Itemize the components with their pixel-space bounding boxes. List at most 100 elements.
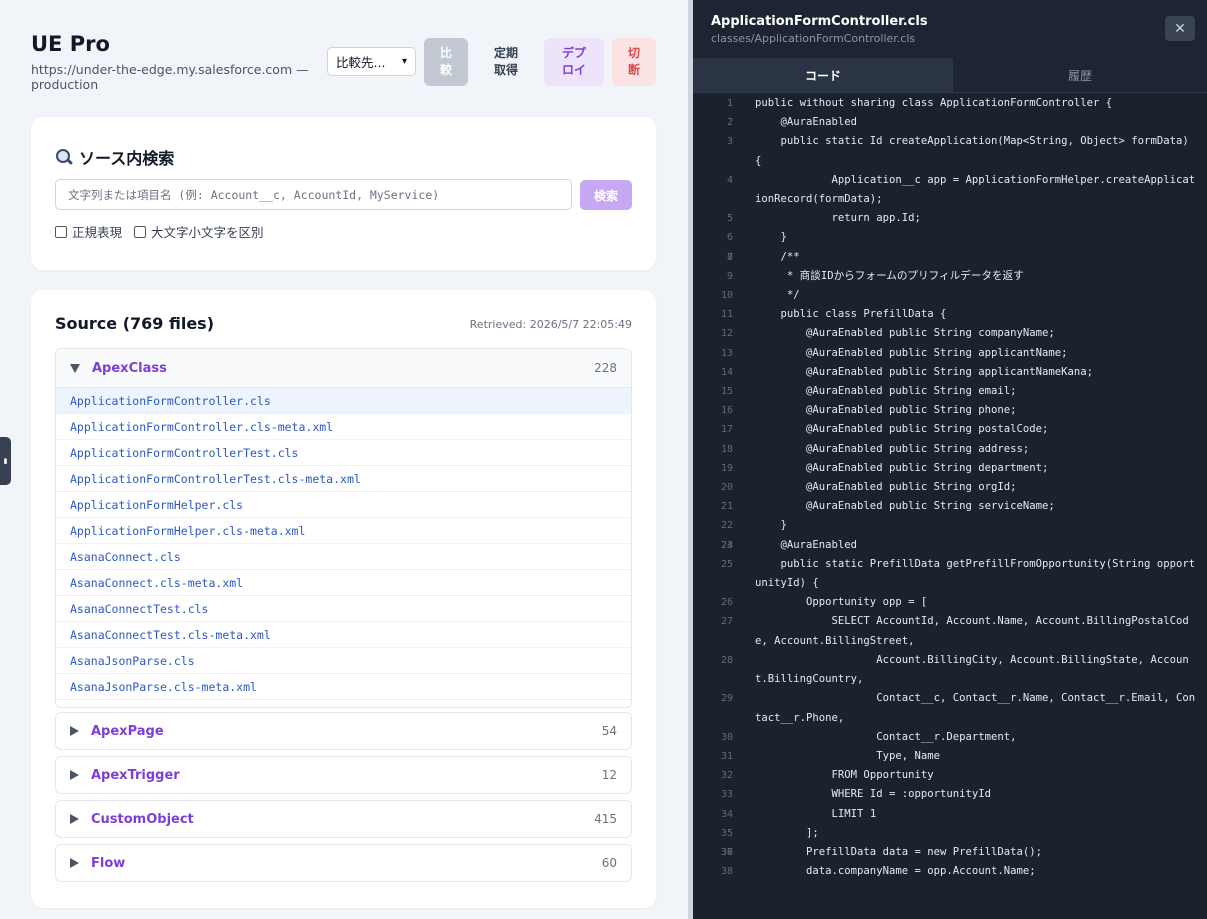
code-line: 38 data.companyName = opp.Account.Name; [693, 862, 1207, 881]
line-number: 28 [720, 654, 733, 666]
fetch-label-2: 取得 [493, 63, 518, 77]
group-apextrigger[interactable]: ApexTrigger 12 [55, 756, 632, 794]
code-text: Contact__c, Contact__r.Name, Contact__r.… [755, 692, 1196, 724]
code-line: 37 PrefillData data = new PrefillData(); [693, 843, 1207, 862]
code-text: @AuraEnabled public String postalCode; [755, 423, 1049, 436]
line-number: 26 [720, 597, 733, 609]
code-line: 25 public static PrefillData getPrefillF… [693, 555, 1207, 593]
line-number: 16 [720, 405, 733, 417]
file-row[interactable]: ApplicationFormHelper.cls-meta.xml [56, 518, 631, 544]
code-line: 1 public without sharing class Applicatio… [693, 94, 1207, 113]
file-row[interactable]: AsanaConnectTest.cls [56, 596, 631, 622]
code-text: Type, Name [755, 749, 940, 762]
checkbox-box[interactable] [134, 225, 146, 238]
compare-target-select[interactable]: 比較先... ▾ [327, 47, 416, 76]
search-title-text: ソース内検索 [79, 149, 175, 168]
line-number: 2 [726, 117, 733, 129]
code-text: SELECT AccountId, Account.Name, Account.… [755, 615, 1189, 647]
file-row[interactable]: AsanaJsonParse.cls [56, 648, 631, 674]
group-name: ApexClass [92, 360, 167, 376]
group-header[interactable]: ApexClass 228 [56, 349, 631, 388]
code-line: 32 FROM Opportunity [693, 766, 1207, 785]
code-text: @AuraEnabled [755, 538, 858, 551]
file-row[interactable]: ApplicationFormHelper.cls [56, 492, 631, 518]
group-flow[interactable]: Flow 60 [55, 844, 632, 882]
group-count: 54 [601, 724, 617, 738]
line-number: 38 [720, 866, 733, 878]
checkbox-box[interactable] [55, 225, 67, 238]
triangle-right-icon [70, 858, 79, 868]
line-number: 33 [720, 789, 733, 801]
source-title: Source (769 files) [55, 314, 215, 333]
line-number: 31 [720, 750, 733, 762]
close-button[interactable]: ✕ [1165, 16, 1195, 41]
tab-history[interactable]: 履歴 [953, 58, 1207, 92]
org-url: https://under-the-edge.my.salesforce.com… [31, 62, 309, 92]
code-text: * 商談IDからフォームのプリフィルデータを返す [755, 269, 1024, 282]
line-number: 13 [720, 347, 733, 359]
compare-button[interactable]: 比較 [424, 38, 468, 86]
code-line: 27 SELECT AccountId, Account.Name, Accou… [693, 612, 1207, 650]
tab-code[interactable]: コード [693, 58, 953, 92]
group-customobject[interactable]: CustomObject 415 [55, 800, 632, 838]
file-row[interactable]: AsanaJsonParse.cls-meta.xml [56, 674, 631, 700]
group-count: 415 [594, 812, 617, 826]
code-line: 10 */ [693, 286, 1207, 305]
regex-checkbox[interactable]: 正規表現 [55, 222, 122, 241]
periodic-fetch-button[interactable]: 定期 取得 [484, 38, 528, 86]
code-text: WHERE Id = :opportunityId [755, 788, 991, 801]
code-line: 13 @AuraEnabled public String applicantN… [693, 344, 1207, 363]
group-apexpage[interactable]: ApexPage 54 [55, 712, 632, 750]
file-row[interactable]: AsanaConnectTest.cls-meta.xml [56, 622, 631, 648]
code-text: Opportunity opp = [ [755, 596, 928, 609]
line-number: 29 [720, 693, 733, 705]
code-text: @AuraEnabled public String applicantName… [755, 346, 1068, 359]
file-list: ApplicationFormController.cls Application… [56, 388, 631, 700]
line-number: 10 [720, 290, 733, 302]
code-line: 20 @AuraEnabled public String orgId; [693, 478, 1207, 497]
code-text: PrefillData data = new PrefillData(); [755, 845, 1043, 858]
line-number: 34 [720, 808, 733, 820]
main-panel: UE Pro https://under-the-edge.my.salesfo… [0, 0, 688, 919]
magnifier-icon [55, 148, 73, 166]
code-line: 12 @AuraEnabled public String companyNam… [693, 324, 1207, 343]
app-title: UE Pro [31, 32, 110, 56]
search-heading: ソース内検索 [55, 145, 174, 169]
line-number: 11 [720, 309, 733, 321]
file-row[interactable]: AsanaConnect.cls [56, 544, 631, 570]
line-number: 27 [720, 616, 733, 628]
code-line: 33 WHERE Id = :opportunityId [693, 785, 1207, 804]
search-button[interactable]: 検索 [580, 180, 632, 210]
chevron-down-icon: ▾ [401, 56, 407, 67]
code-view[interactable]: 1 public without sharing class Applicatio… [693, 94, 1207, 919]
panel-toggle-handle[interactable]: ▮ [0, 437, 11, 485]
code-text: @AuraEnabled public String department; [755, 461, 1049, 474]
file-row[interactable]: ApplicationFormController.cls [56, 388, 631, 414]
file-viewer-panel: ApplicationFormController.cls classes/Ap… [688, 0, 1207, 919]
file-row[interactable]: ApplicationFormControllerTest.cls-meta.x… [56, 466, 631, 492]
deploy-button[interactable]: デプ ロイ [544, 38, 604, 86]
code-text: LIMIT 1 [755, 807, 877, 820]
group-name: ApexTrigger [91, 767, 180, 783]
case-sensitive-checkbox[interactable]: 大文字小文字を区別 [134, 222, 264, 241]
line-number: 12 [720, 328, 733, 340]
code-line: 3 public static Id createApplication(Map… [693, 132, 1207, 170]
disconnect-button[interactable]: 切断 [612, 38, 656, 86]
code-line: 29 Contact__c, Contact__r.Name, Contact_… [693, 689, 1207, 727]
fetch-label-1: 定期 [493, 46, 518, 60]
group-name: CustomObject [91, 811, 194, 827]
code-text: return app.Id; [755, 212, 921, 225]
file-row[interactable]: ApplicationFormControllerTest.cls [56, 440, 631, 466]
code-line: 28 Account.BillingCity, Account.BillingS… [693, 651, 1207, 689]
search-input[interactable]: 文字列または項目名 (例: Account__c, AccountId, MyS… [55, 179, 572, 210]
code-text: @AuraEnabled public String address; [755, 442, 1030, 455]
viewer-tabs: コード 履歴 [693, 58, 1207, 93]
code-text: */ [755, 289, 800, 302]
file-row[interactable]: AsanaConnect.cls-meta.xml [56, 570, 631, 596]
line-number: 24 [720, 539, 733, 551]
code-text: } [755, 519, 787, 532]
line-number: 21 [720, 501, 733, 513]
deploy-label-1: デプ [561, 46, 586, 60]
file-row[interactable]: ApplicationFormController.cls-meta.xml [56, 414, 631, 440]
code-text: Account.BillingCity, Account.BillingStat… [755, 653, 1189, 686]
